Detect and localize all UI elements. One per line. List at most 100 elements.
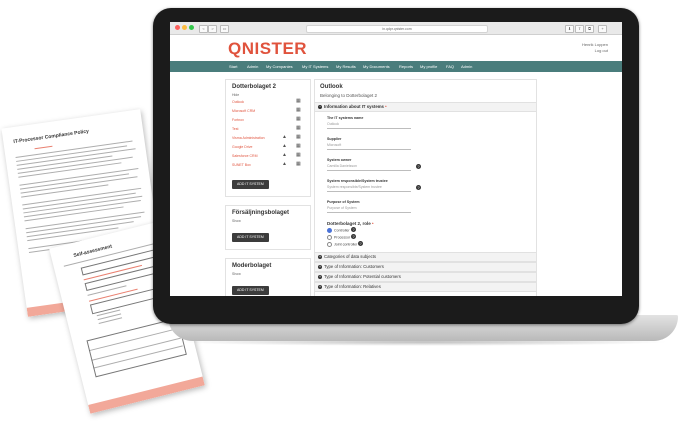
field-label: System owner <box>327 158 352 162</box>
company-name: Försäljningsbolaget <box>232 210 290 216</box>
field-label: The IT systems name <box>327 116 364 120</box>
role-option-processor[interactable]: Processor <box>327 235 350 240</box>
forward-icon[interactable]: > <box>208 25 217 33</box>
radio-label: Controller <box>334 228 350 233</box>
radio-checked-icon[interactable] <box>327 228 332 233</box>
browser-toolbar: < > ▭ in.qdpr.qnister.com ⬇ ⇪ ⧉ + <box>170 22 622 35</box>
address-bar[interactable]: in.qdpr.qnister.com <box>306 25 488 33</box>
laptop-screen: < > ▭ in.qdpr.qnister.com ⬇ ⇪ ⧉ + QNISTE… <box>170 22 622 296</box>
nav-start[interactable]: Start <box>229 61 237 72</box>
share-icon[interactable]: ⇪ <box>575 25 584 33</box>
field-label: System responsible/System trustee <box>327 179 388 183</box>
field-label: Purpose of System <box>327 200 360 204</box>
supplier-input[interactable]: Microsoft <box>327 142 411 150</box>
it-system-title: Outlook <box>320 84 343 90</box>
document-heading-line <box>34 145 53 150</box>
warning-icon: ▲ <box>282 134 287 140</box>
grid-icon[interactable]: ▦ <box>296 117 301 122</box>
section-categories-of-data-subjects[interactable]: + Categories of data subjects <box>315 252 536 262</box>
nav-admin-2[interactable]: Admin <box>461 61 472 72</box>
nav-my-documents[interactable]: My Documents <box>363 61 390 72</box>
close-window-icon[interactable] <box>175 25 180 30</box>
system-owner-input[interactable]: Camilla Danielsson <box>327 163 411 171</box>
warning-icon: ▲ <box>282 152 287 158</box>
logout-link[interactable]: Log out <box>582 48 608 54</box>
section-title: Type of Information: Customers <box>324 264 384 269</box>
role-option-controller[interactable]: Controller <box>327 228 350 233</box>
it-system-link[interactable]: Google Drive <box>232 145 252 149</box>
user-menu: Henrik Loppen Log out <box>582 42 608 54</box>
it-system-link[interactable]: Outlook <box>232 100 244 104</box>
help-icon[interactable]: ? <box>351 234 356 239</box>
it-system-detail-panel: Outlook Belonging to Dotterbolaget 2 − I… <box>314 79 537 296</box>
nav-my-profile[interactable]: My profile <box>420 61 437 72</box>
it-system-owner-company: Belonging to Dotterbolaget 2 <box>320 93 378 98</box>
it-system-link[interactable]: Salesforce CRM <box>232 154 257 158</box>
section-type-of-information-potential-customers[interactable]: + Type of Information: Potential custome… <box>315 272 536 282</box>
purpose-of-system-input[interactable]: Purpose of System <box>327 205 411 213</box>
it-system-link[interactable]: Visma Administration <box>232 136 265 140</box>
grid-icon[interactable]: ▦ <box>296 126 301 131</box>
company-name: Moderbolaget <box>232 263 272 269</box>
nav-admin[interactable]: Admin <box>247 61 258 72</box>
grid-icon[interactable]: ▦ <box>296 135 301 140</box>
nav-faq[interactable]: FAQ <box>446 61 454 72</box>
document-text-line <box>23 195 143 214</box>
add-it-system-button[interactable]: ADD IT SYSTEM <box>232 180 269 189</box>
grid-icon[interactable]: ▦ <box>296 162 301 167</box>
minimize-window-icon[interactable] <box>182 25 187 30</box>
downloads-icon[interactable]: ⬇ <box>565 25 574 33</box>
help-icon[interactable]: ? <box>416 185 421 190</box>
expand-icon[interactable]: + <box>318 265 322 269</box>
section-title: Type of Information: Relatives <box>324 284 381 289</box>
radio-unchecked-icon[interactable] <box>327 235 332 240</box>
grid-icon[interactable]: ▦ <box>296 153 301 158</box>
show-link[interactable]: Show <box>232 219 241 223</box>
grid-icon[interactable]: ▦ <box>296 108 301 113</box>
it-system-link[interactable]: Test <box>232 127 238 131</box>
help-icon[interactable]: ? <box>351 227 356 232</box>
nav-reports[interactable]: Reports <box>399 61 413 72</box>
expand-icon[interactable]: + <box>318 275 322 279</box>
required-marker: • <box>372 221 374 226</box>
radio-label: Processor <box>334 235 351 240</box>
add-it-system-button[interactable]: ADD IT SYSTEM <box>232 233 269 242</box>
nav-my-results[interactable]: My Results <box>336 61 356 72</box>
expand-icon[interactable]: + <box>318 255 322 259</box>
help-icon[interactable]: ? <box>416 164 421 169</box>
section-type-of-information-customers[interactable]: + Type of Information: Customers <box>315 262 536 272</box>
company-name: Dotterbolaget 2 <box>232 84 277 90</box>
section-title: Information about IT systems <box>324 104 384 109</box>
hide-link[interactable]: Hide <box>232 93 239 97</box>
add-it-system-button[interactable]: ADD IT SYSTEM <box>232 286 269 295</box>
role-group-label: Dotterbolaget 2, role • <box>327 221 374 226</box>
nav-my-it-systems[interactable]: My IT Systems <box>302 61 328 72</box>
back-icon[interactable]: < <box>199 25 208 33</box>
it-system-link[interactable]: Microsoft CRM <box>232 109 255 113</box>
radio-unchecked-icon[interactable] <box>327 242 332 247</box>
tabs-icon[interactable]: ⧉ <box>585 25 594 33</box>
show-link[interactable]: Show <box>232 272 241 276</box>
section-type-of-information-relatives[interactable]: + Type of Information: Relatives <box>315 282 536 292</box>
help-icon[interactable]: ? <box>358 241 363 246</box>
role-option-joint-controller[interactable]: Joint controller <box>327 242 357 247</box>
system-responsible-input[interactable]: System responsible/System trustee <box>327 184 411 192</box>
section-information-about-it-systems[interactable]: − Information about IT systems • <box>315 102 536 112</box>
collapse-icon[interactable]: − <box>318 105 322 109</box>
document-text-line <box>15 140 133 158</box>
zoom-window-icon[interactable] <box>189 25 194 30</box>
grid-icon[interactable]: ▦ <box>296 144 301 149</box>
grid-icon[interactable]: ▦ <box>296 99 301 104</box>
it-system-link[interactable]: Fortnox <box>232 118 244 122</box>
expand-icon[interactable]: + <box>318 285 322 289</box>
sidebar-toggle-icon[interactable]: ▭ <box>220 25 229 33</box>
nav-my-companies[interactable]: My Companies <box>266 61 293 72</box>
it-system-name-input[interactable]: Outlook <box>327 121 411 129</box>
document-title: IT-Processor Compliance Policy <box>13 128 90 146</box>
document-footer-band <box>88 376 205 414</box>
new-tab-icon[interactable]: + <box>598 25 607 33</box>
qnister-logo[interactable]: QNISTER <box>228 39 307 59</box>
it-system-link[interactable]: SUNET Box <box>232 163 251 167</box>
company-card-moderbolaget: Moderbolaget Show ADD IT SYSTEM <box>225 258 311 296</box>
role-group-title: Dotterbolaget 2, role <box>327 221 371 226</box>
